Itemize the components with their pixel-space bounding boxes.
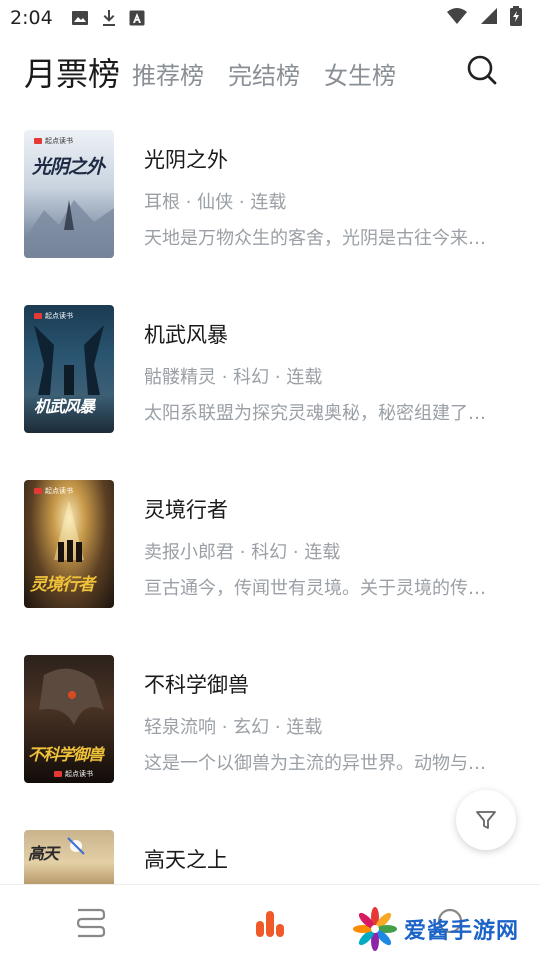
book-title: 灵境行者 [144, 498, 228, 522]
pinwheel-logo-icon [353, 907, 397, 951]
image-icon [71, 10, 89, 26]
filter-button[interactable] [456, 790, 516, 850]
book-cover[interactable]: 起点读书 光阴之外 [24, 130, 114, 258]
filter-icon [476, 811, 496, 829]
font-icon [129, 10, 145, 26]
book-title: 高天之上 [144, 848, 228, 872]
signal-icon [480, 7, 498, 30]
bookshelf-icon[interactable] [70, 903, 110, 943]
cover-title: 光阴之外 [32, 156, 105, 178]
cover-art [24, 200, 114, 258]
book-cover[interactable]: 不科学御兽 起点读书 [24, 655, 114, 783]
book-list: 起点读书 光阴之外 光阴之外 耳根 · 仙侠 · 连载 天地是万物众生的客舍，光… [0, 128, 540, 960]
cover-title: 机武风暴 [34, 397, 95, 416]
ranking-tabs: 月票榜 推荐榜 完结榜 女生榜 [0, 48, 540, 98]
tab-monthly-ticket[interactable]: 月票榜 [24, 58, 120, 98]
download-icon [101, 9, 117, 27]
search-icon[interactable] [464, 52, 500, 88]
book-description: 太阳系联盟为探究灵魂奥秘，秘密组建了灵能研究所 [144, 403, 500, 424]
book-description: 天地是万物众生的客舍，光阴是古往今来的过客 [144, 228, 500, 249]
cover-title: 灵境行者 [30, 575, 95, 595]
status-time: 2:04 [10, 7, 53, 29]
tab-female[interactable]: 女生榜 [324, 64, 396, 98]
book-item[interactable]: 不科学御兽 起点读书 不科学御兽 轻泉流响 · 玄幻 · 连载 这是一个以御兽为… [0, 653, 540, 828]
book-item[interactable]: 起点读书 机武风暴 机武风暴 骷髅精灵 · 科幻 · 连载 太阳系联盟为探究灵魂… [0, 303, 540, 478]
watermark-logo: 爱酱手游网 [352, 906, 519, 952]
cover-brand-label: 起点读书 [65, 770, 93, 778]
cover-title: 高天 [28, 844, 59, 863]
ranking-icon[interactable] [250, 903, 290, 943]
cover-title: 不科学御兽 [28, 745, 104, 764]
status-bar: 2:04 [0, 0, 540, 36]
book-meta: 轻泉流响 · 玄幻 · 连载 [144, 717, 323, 738]
tab-completed[interactable]: 完结榜 [228, 64, 300, 98]
book-item[interactable]: 起点读书 光阴之外 光阴之外 耳根 · 仙侠 · 连载 天地是万物众生的客舍，光… [0, 128, 540, 303]
watermark-text: 爱酱手游网 [404, 919, 520, 944]
book-description: 亘古通今，传闻世有灵境。关于灵境的传说流传已久 [144, 578, 500, 599]
book-title: 不科学御兽 [144, 673, 249, 697]
battery-icon [510, 5, 522, 31]
book-cover[interactable]: 起点读书 机武风暴 [24, 305, 114, 433]
book-title: 光阴之外 [144, 148, 228, 172]
book-item[interactable]: 起点读书 灵境行者 灵境行者 卖报小郎君 · 科幻 · 连载 亘古通今，传闻世有… [0, 478, 540, 653]
book-description: 这是一个以御兽为主流的异世界。动物与人类共存 [144, 753, 500, 774]
tab-recommend[interactable]: 推荐榜 [132, 64, 204, 98]
book-meta: 骷髅精灵 · 科幻 · 连载 [144, 367, 323, 388]
book-cover[interactable]: 高天 [24, 830, 114, 884]
book-title: 机武风暴 [144, 323, 228, 347]
book-meta: 耳根 · 仙侠 · 连载 [144, 192, 287, 213]
book-meta: 卖报小郎君 · 科幻 · 连载 [144, 542, 341, 563]
wifi-icon [446, 7, 468, 30]
book-cover[interactable]: 起点读书 灵境行者 [24, 480, 114, 608]
